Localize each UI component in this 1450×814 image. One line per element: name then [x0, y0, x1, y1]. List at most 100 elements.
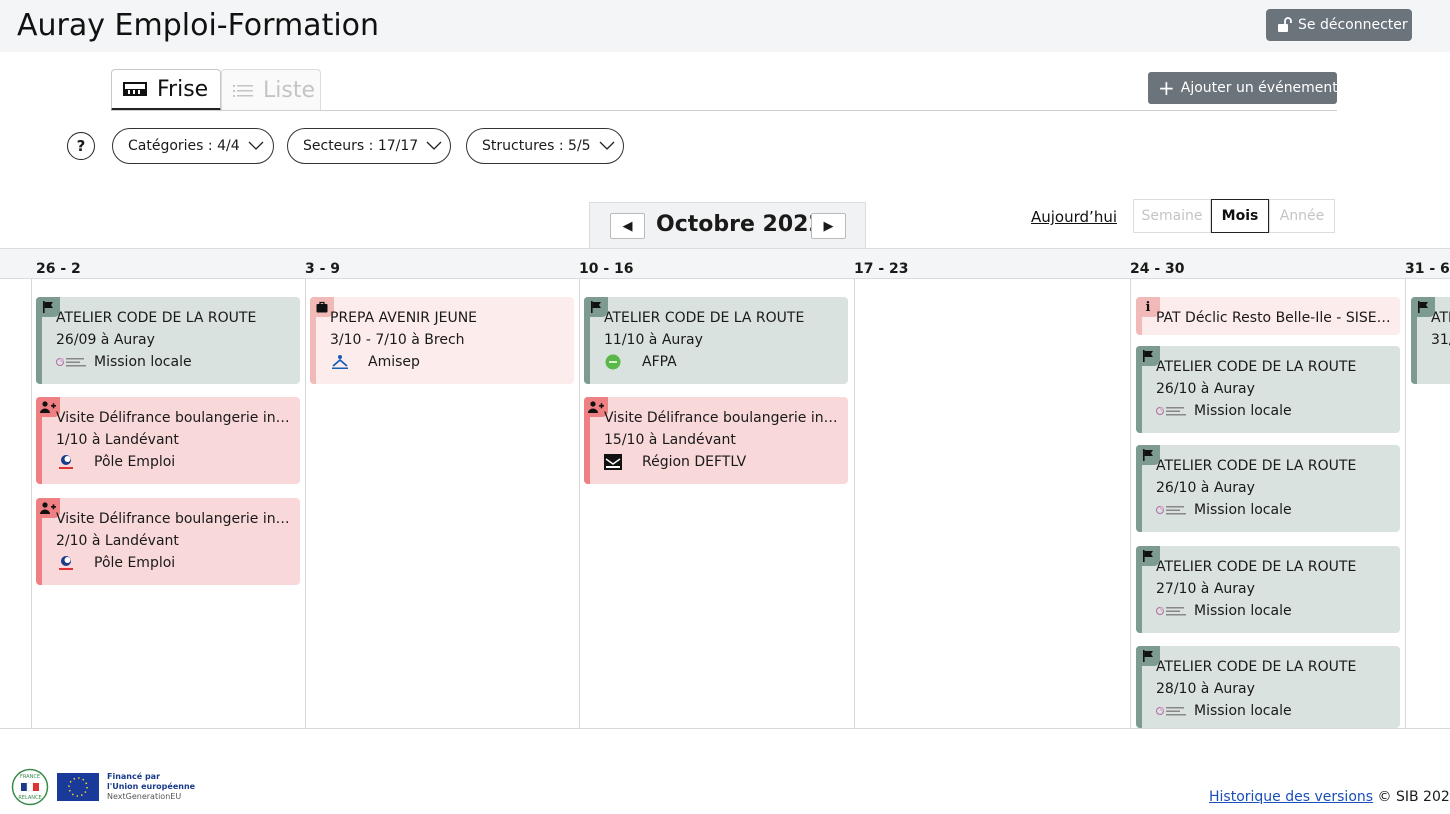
event-organizer: Mission locale	[1156, 403, 1292, 419]
event-date: 26/10 à Auray	[1156, 480, 1255, 496]
list-icon	[233, 84, 253, 97]
eu-line-1: Financé par	[107, 772, 161, 781]
event-title: Visite Délifrance boulangerie ind...	[56, 511, 292, 527]
organizer-name: Région DEFTLV	[642, 454, 747, 470]
event-card[interactable]: ATI 31/	[1411, 297, 1450, 384]
event-date: 27/10 à Auray	[1156, 581, 1255, 597]
organizer-name: Pôle Emploi	[94, 555, 176, 571]
event-date: 2/10 à Landévant	[56, 533, 179, 549]
organizer-name: Mission locale	[94, 354, 192, 370]
add-event-button[interactable]: + Ajouter un événement	[1148, 72, 1338, 104]
event-date: 26/10 à Auray	[1156, 381, 1255, 397]
event-card[interactable]: ATELIER CODE DE LA ROUTE 11/10 à Auray AFP…	[584, 297, 848, 384]
chevron-down-icon	[599, 141, 615, 150]
secteurs-filter[interactable]: Secteurs : 17/17	[287, 128, 451, 164]
week-label: 31 - 6	[1405, 261, 1450, 277]
event-title: ATELIER CODE DE LA ROUTE	[604, 310, 805, 326]
add-event-label: Ajouter un événement	[1180, 80, 1338, 96]
footer-right: Historique des versions © SIB 2022	[1209, 789, 1450, 805]
month-navigator: ◀ Octobre 2022 ▶	[589, 202, 866, 248]
today-link[interactable]: Aujourd’hui	[1031, 208, 1117, 226]
event-title: ATELIER CODE DE LA ROUTE	[1156, 659, 1357, 675]
event-date: 28/10 à Auray	[1156, 681, 1255, 697]
organizer-logo	[1156, 703, 1188, 719]
week-label: 26 - 2	[36, 261, 81, 277]
event-organizer: Pôle Emploi	[56, 555, 175, 571]
event-card[interactable]: Visite Délifrance boulangerie ind... 15/1…	[584, 397, 848, 484]
week-divider	[854, 279, 855, 728]
event-organizer: Région DEFTLV	[604, 454, 746, 470]
secteurs-filter-label: Secteurs : 17/17	[303, 138, 419, 154]
footer-logos: FRANCE RELANCE Financé par l'Union europ…	[11, 768, 195, 806]
view-mois-button[interactable]: Mois	[1211, 199, 1269, 233]
organizer-logo	[56, 354, 88, 370]
event-organizer: Mission locale	[1156, 502, 1292, 518]
event-card[interactable]: i PAT Déclic Resto Belle-Ile - SISE H...	[1136, 297, 1400, 335]
event-card[interactable]: ATELIER CODE DE LA ROUTE 26/10 à Auray Mis…	[1136, 445, 1400, 532]
eu-funding-text: Financé par l'Union européenne NextGener…	[107, 772, 195, 802]
logout-button[interactable]: Se déconnecter	[1266, 9, 1412, 41]
event-organizer: AFPA	[604, 354, 677, 370]
organizer-name: Mission locale	[1194, 403, 1292, 419]
event-card[interactable]: ATELIER CODE DE LA ROUTE 28/10 à Auray Mis…	[1136, 646, 1400, 728]
view-annee-button[interactable]: Année	[1269, 199, 1335, 233]
event-card[interactable]: ATELIER CODE DE LA ROUTE 26/10 à Auray Mis…	[1136, 346, 1400, 433]
categories-filter-label: Catégories : 4/4	[128, 138, 240, 154]
event-card[interactable]: Visite Délifrance boulangerie ind... 2/10…	[36, 498, 300, 585]
tab-liste[interactable]: Liste	[221, 69, 321, 111]
event-date: 3/10 - 7/10 à Brech	[330, 332, 465, 348]
event-card[interactable]: Visite Délifrance boulangerie ind... 1/10…	[36, 397, 300, 484]
event-title: PREPA AVENIR JEUNE	[330, 310, 478, 326]
next-month-button[interactable]: ▶	[811, 213, 846, 239]
tabs-divider	[111, 110, 1337, 111]
eu-line-3: NextGenerationEU	[107, 792, 182, 801]
chevron-down-icon	[426, 141, 442, 150]
organizer-name: Mission locale	[1194, 502, 1292, 518]
categories-filter[interactable]: Catégories : 4/4	[112, 128, 274, 164]
tab-liste-label: Liste	[263, 78, 315, 103]
prev-month-button[interactable]: ◀	[610, 213, 645, 239]
organizer-logo	[56, 454, 88, 470]
view-semaine-button[interactable]: Semaine	[1133, 199, 1211, 233]
unlock-icon	[1278, 17, 1292, 32]
event-organizer: Amisep	[330, 354, 420, 370]
logout-label: Se déconnecter	[1298, 17, 1408, 33]
version-history-link[interactable]: Historique des versions	[1209, 789, 1373, 805]
event-date: 31/	[1431, 332, 1450, 348]
event-date: 1/10 à Landévant	[56, 432, 179, 448]
event-title: ATELIER CODE DE LA ROUTE	[1156, 458, 1357, 474]
event-date: 11/10 à Auray	[604, 332, 703, 348]
week-divider	[31, 279, 32, 728]
event-organizer: Mission locale	[1156, 703, 1292, 719]
view-toggle: Semaine Mois Année	[1133, 199, 1335, 233]
organizer-logo	[1156, 502, 1188, 518]
event-card[interactable]: ATELIER CODE DE LA ROUTE 26/09 à Auray Mis…	[36, 297, 300, 384]
tab-frise-label: Frise	[157, 76, 209, 102]
week-divider	[1130, 279, 1131, 728]
organizer-logo	[604, 354, 636, 370]
month-title: Octobre 2022	[656, 212, 824, 237]
organizer-name: Pôle Emploi	[94, 454, 176, 470]
tab-frise[interactable]: Frise	[111, 69, 221, 111]
event-title: Visite Délifrance boulangerie ind...	[604, 410, 840, 426]
structures-filter-label: Structures : 5/5	[482, 138, 591, 154]
organizer-name: Amisep	[368, 354, 420, 370]
svg-text:RELANCE: RELANCE	[18, 795, 41, 801]
help-button[interactable]: ?	[67, 132, 95, 160]
week-divider	[305, 279, 306, 728]
eu-flag-logo	[57, 773, 99, 801]
organizer-logo	[1156, 403, 1188, 419]
event-organizer: Pôle Emploi	[56, 454, 175, 470]
week-label: 3 - 9	[305, 261, 341, 277]
event-card[interactable]: ATELIER CODE DE LA ROUTE 27/10 à Auray Mis…	[1136, 546, 1400, 633]
event-card[interactable]: PREPA AVENIR JEUNE 3/10 - 7/10 à Brech Ami…	[310, 297, 574, 384]
event-title: ATELIER CODE DE LA ROUTE	[1156, 359, 1357, 375]
organizer-logo	[330, 354, 362, 370]
organizer-name: Mission locale	[1194, 603, 1292, 619]
structures-filter[interactable]: Structures : 5/5	[466, 128, 624, 164]
week-divider	[579, 279, 580, 728]
event-title: PAT Déclic Resto Belle-Ile - SISE H...	[1156, 310, 1392, 326]
organizer-logo	[56, 555, 88, 571]
week-label: 24 - 30	[1130, 261, 1185, 277]
event-title: Visite Délifrance boulangerie ind...	[56, 410, 292, 426]
